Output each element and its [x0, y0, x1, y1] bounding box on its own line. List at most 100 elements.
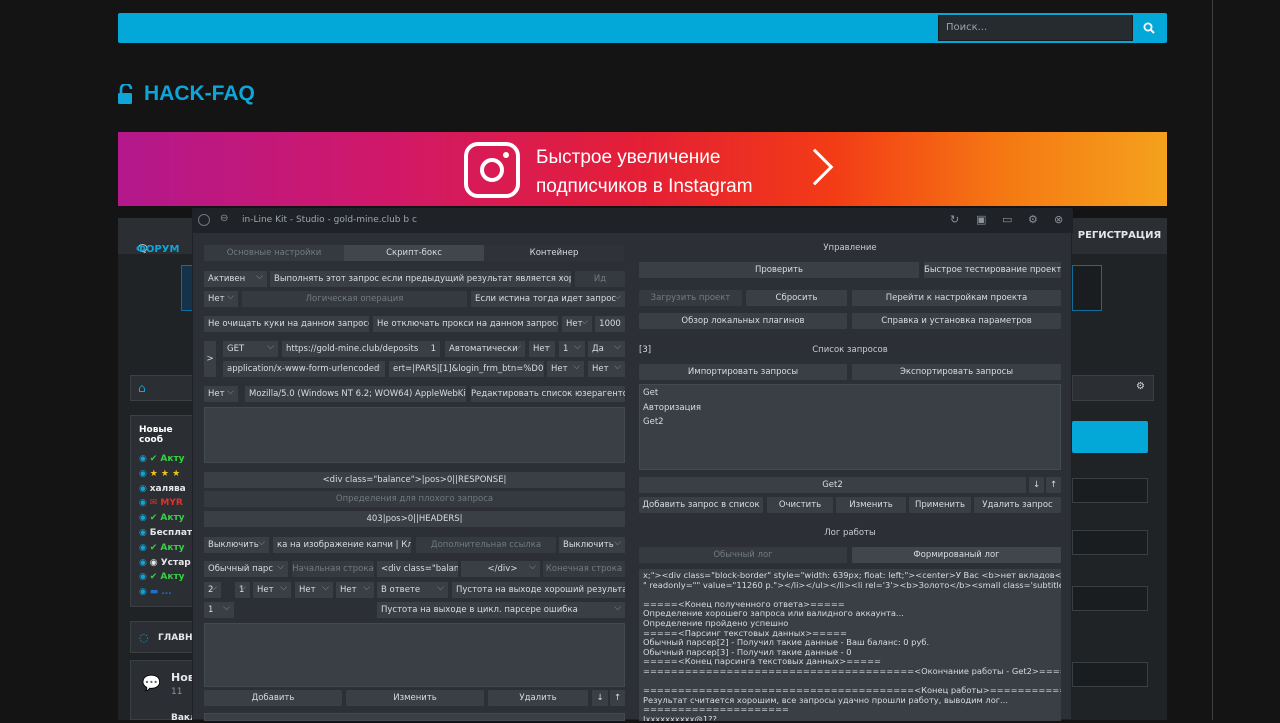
close-icon[interactable]: ⊗ [1054, 213, 1063, 226]
reset-button[interactable]: Сбросить [746, 290, 847, 306]
move-down-button[interactable]: ↓ [592, 690, 608, 706]
empty-error-select[interactable]: Пустота на выходе в цикл. парсере ошибка [377, 602, 625, 618]
parse-no-select-3[interactable]: Нет [336, 582, 374, 598]
logic-operation-field[interactable]: Логическая операция [242, 291, 467, 307]
parse-no-select-1[interactable]: Нет [253, 582, 291, 598]
request-list[interactable]: Get Авторизация Get2 [639, 384, 1061, 470]
edit-useragents-button[interactable]: Редактировать список юзерагентов [471, 386, 625, 402]
new-message-item[interactable]: ◉ халява [139, 484, 186, 494]
log-output[interactable]: x;"><div class="block-border" style="wid… [639, 569, 1061, 721]
timeout-no-select[interactable]: Нет [562, 316, 592, 332]
new-message-item[interactable]: ◉ ▬ ... [139, 587, 172, 597]
if-true-select[interactable]: Если истина тогда идет запрос [471, 291, 625, 307]
project-settings-button[interactable]: Перейти к настройкам проекта [852, 290, 1061, 306]
add-parser-button[interactable]: Добавить [204, 690, 342, 706]
tab-plain-log[interactable]: Обычный лог [639, 547, 847, 563]
clear-button[interactable]: Очистить [767, 497, 833, 513]
captcha-off-select[interactable]: Выключить [204, 537, 269, 553]
captcha-field[interactable]: ка на изображение капчи | Ключ [273, 537, 411, 553]
search-button[interactable] [1133, 15, 1165, 41]
request-down-button[interactable]: ↓ [1029, 477, 1044, 493]
new-message-item[interactable]: ◉ ✔ Акту [139, 543, 185, 553]
site-logo[interactable]: HACK-FAQ [118, 80, 255, 108]
loop-index-select[interactable]: 1 [204, 602, 234, 618]
method-select[interactable]: GET [223, 341, 278, 357]
logic-no-select[interactable]: Нет [204, 291, 238, 307]
timeout-field[interactable]: 1000 [595, 316, 625, 332]
new-message-item[interactable]: ◉ ★ ★ ★ [139, 469, 180, 479]
side-input-1[interactable] [1072, 478, 1148, 503]
cta-button[interactable] [1072, 421, 1148, 453]
folder-icon[interactable]: ▭ [1002, 213, 1012, 226]
check-button[interactable]: Проверить [639, 262, 919, 278]
search-input[interactable]: Поиск... [938, 15, 1133, 41]
url-field[interactable]: https://gold-mine.club/deposits 1 [282, 341, 440, 357]
new-message-item[interactable]: ◉ ✔ Акту [139, 454, 185, 464]
condition-select[interactable]: Выполнять этот запрос если предыдущий ре… [270, 271, 571, 287]
in-response-select[interactable]: В ответе [377, 582, 448, 598]
req-no-select-1[interactable]: Нет [529, 341, 555, 357]
side-input-2[interactable] [1072, 530, 1148, 555]
parse-count-select[interactable]: 1 [235, 582, 250, 598]
parse-mode-select[interactable]: Обычный парс [204, 561, 288, 577]
nav-forum[interactable]: 🗨 ФОРУМ [118, 218, 194, 255]
collapse-button[interactable]: > [204, 341, 216, 377]
start-string-field[interactable]: <div class="balance"> [377, 561, 458, 577]
proxy-select[interactable]: Не отключать прокси на данном запросе [373, 316, 558, 332]
req-num-select[interactable]: 1 [559, 341, 585, 357]
parse-index-select[interactable]: 2 [204, 582, 221, 598]
sitemap-icon[interactable]: ⚙ [1136, 381, 1145, 392]
delete-request-button[interactable]: Удалить запрос [974, 497, 1061, 513]
useragent-no-select[interactable]: Нет [204, 386, 238, 402]
current-request-field[interactable]: Get2 [639, 477, 1026, 493]
headers-textarea[interactable] [204, 407, 625, 463]
side-input-3[interactable] [1072, 586, 1148, 611]
content-type-select[interactable]: application/x-www-form-urlencoded [223, 361, 385, 377]
tab-main-settings[interactable]: Основные настройки [204, 245, 344, 261]
add-request-button[interactable]: Добавить запрос в список [639, 497, 763, 513]
parsers-list[interactable] [204, 623, 625, 687]
export-requests-button[interactable]: Экспортировать запросы [852, 364, 1061, 380]
delete-parser-button[interactable]: Удалить [488, 690, 588, 706]
end-string-field[interactable]: </div> [461, 561, 540, 577]
import-requests-button[interactable]: Импортировать запросы [639, 364, 847, 380]
side-input-4[interactable] [1072, 662, 1148, 687]
tab-script-box[interactable]: Скрипт-бокс [344, 245, 484, 261]
help-button[interactable]: Справка и установка параметров [852, 313, 1061, 329]
new-message-item[interactable]: ◉ ✔ Акту [139, 572, 185, 582]
settings-icon[interactable]: ⚙ [1028, 213, 1038, 226]
local-plugins-button[interactable]: Обзор локальных плагинов [639, 313, 847, 329]
useragent-select[interactable]: Mozilla/5.0 (Windows NT 6.2; WOW64) Appl… [245, 386, 466, 402]
request-item[interactable]: Авторизация [643, 401, 701, 416]
tab-container[interactable]: Контейнер [484, 245, 624, 261]
back-icon[interactable]: ⊖ [220, 213, 228, 224]
new-message-item[interactable]: ◉ Бесплат [139, 528, 192, 538]
change-request-button[interactable]: Изменить [836, 497, 906, 513]
req-yes-select[interactable]: Да [588, 341, 625, 357]
bad-definition-field[interactable]: 403|pos>0||HEADERS| [204, 511, 625, 527]
good-definition-field[interactable]: <div class="balance">|pos>0||RESPONSE| [204, 472, 625, 488]
req-no-select-2[interactable]: Нет [547, 361, 584, 377]
move-up-button[interactable]: ↑ [610, 690, 625, 706]
nav-register[interactable]: РЕГИСТРАЦИЯ [1072, 218, 1167, 254]
post-body-field[interactable]: ert=|PARS|[1]&login_frm_btn=%D0%92% [389, 361, 544, 377]
active-select[interactable]: Активен [204, 271, 267, 287]
change-parser-button[interactable]: Изменить [346, 690, 484, 706]
home-icon[interactable]: ⌂ [138, 381, 146, 395]
request-item[interactable]: Get2 [643, 415, 664, 430]
new-message-item[interactable]: ◉ ◉ Устар [139, 558, 191, 568]
apply-button[interactable]: Применить [909, 497, 971, 513]
request-up-button[interactable]: ↑ [1046, 477, 1061, 493]
request-item[interactable]: Get [643, 386, 658, 401]
encoding-select[interactable]: Автоматически [445, 341, 525, 357]
load-project-button[interactable]: Загрузить проект [639, 290, 742, 306]
fast-test-button[interactable]: Быстрое тестирование проекта [924, 262, 1061, 278]
cookies-select[interactable]: Не очищать куки на данном запросе [204, 316, 369, 332]
save-icon[interactable]: ▣ [976, 213, 986, 226]
new-message-item[interactable]: ◉ ✔ Акту [139, 513, 185, 523]
refresh-icon[interactable]: ↻ [950, 213, 959, 226]
instagram-banner[interactable]: Быстрое увеличение подписчиков в Instagra… [118, 132, 1167, 206]
tab-formatted-log[interactable]: Формированый лог [852, 547, 1061, 563]
empty-good-select[interactable]: Пустота на выходе хороший результат [452, 582, 625, 598]
parse-no-select-2[interactable]: Нет [295, 582, 333, 598]
